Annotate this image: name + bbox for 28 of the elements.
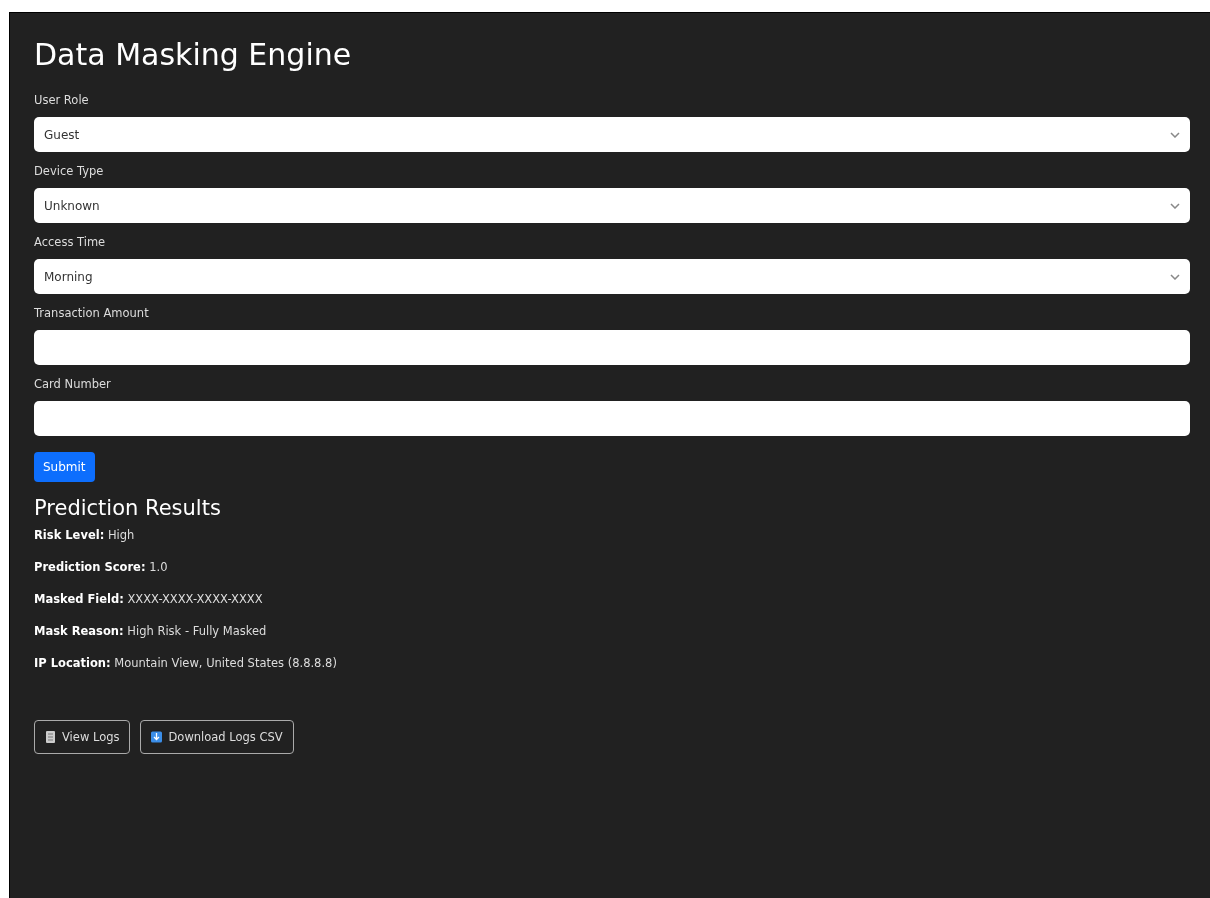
dropdown-value: Unknown: [44, 198, 100, 213]
dropdown-value: Morning: [44, 269, 93, 284]
result-line: IP Location: Mountain View, United States (8.8.8.8): [34, 656, 338, 670]
result-line: Prediction Score: 1.0: [34, 560, 169, 574]
chevron-down-icon: [1170, 202, 1180, 209]
result-line: Mask Reason: High Risk - Fully Masked: [34, 624, 268, 638]
field-label: Transaction Amount: [34, 306, 150, 320]
section-heading: Prediction Results: [34, 496, 222, 520]
input-field[interactable]: [34, 401, 1190, 436]
dropdown[interactable]: Morning: [34, 259, 1190, 294]
chevron-down-icon: [1170, 131, 1180, 138]
view-logs-button[interactable]: View Logs: [34, 720, 131, 754]
page-title: Data Masking Engine: [34, 36, 353, 74]
field-label: User Role: [34, 93, 90, 107]
chevron-down-icon: [1170, 273, 1180, 280]
download-icon: [151, 731, 163, 743]
dropdown[interactable]: Guest: [34, 117, 1190, 152]
result-line: Masked Field: XXXX-XXXX-XXXX-XXXX: [34, 592, 264, 606]
download-button[interactable]: Download Logs CSV: [140, 720, 294, 754]
document-icon: [45, 731, 56, 743]
dropdown[interactable]: Unknown: [34, 188, 1190, 223]
field-label: Card Number: [34, 377, 112, 391]
input-field[interactable]: [34, 330, 1190, 365]
dropdown-value: Guest: [44, 127, 80, 142]
submit-button[interactable]: Submit: [34, 452, 95, 482]
result-line: Risk Level: High: [34, 528, 136, 542]
field-label: Access Time: [34, 235, 107, 249]
field-label: Device Type: [34, 164, 105, 178]
